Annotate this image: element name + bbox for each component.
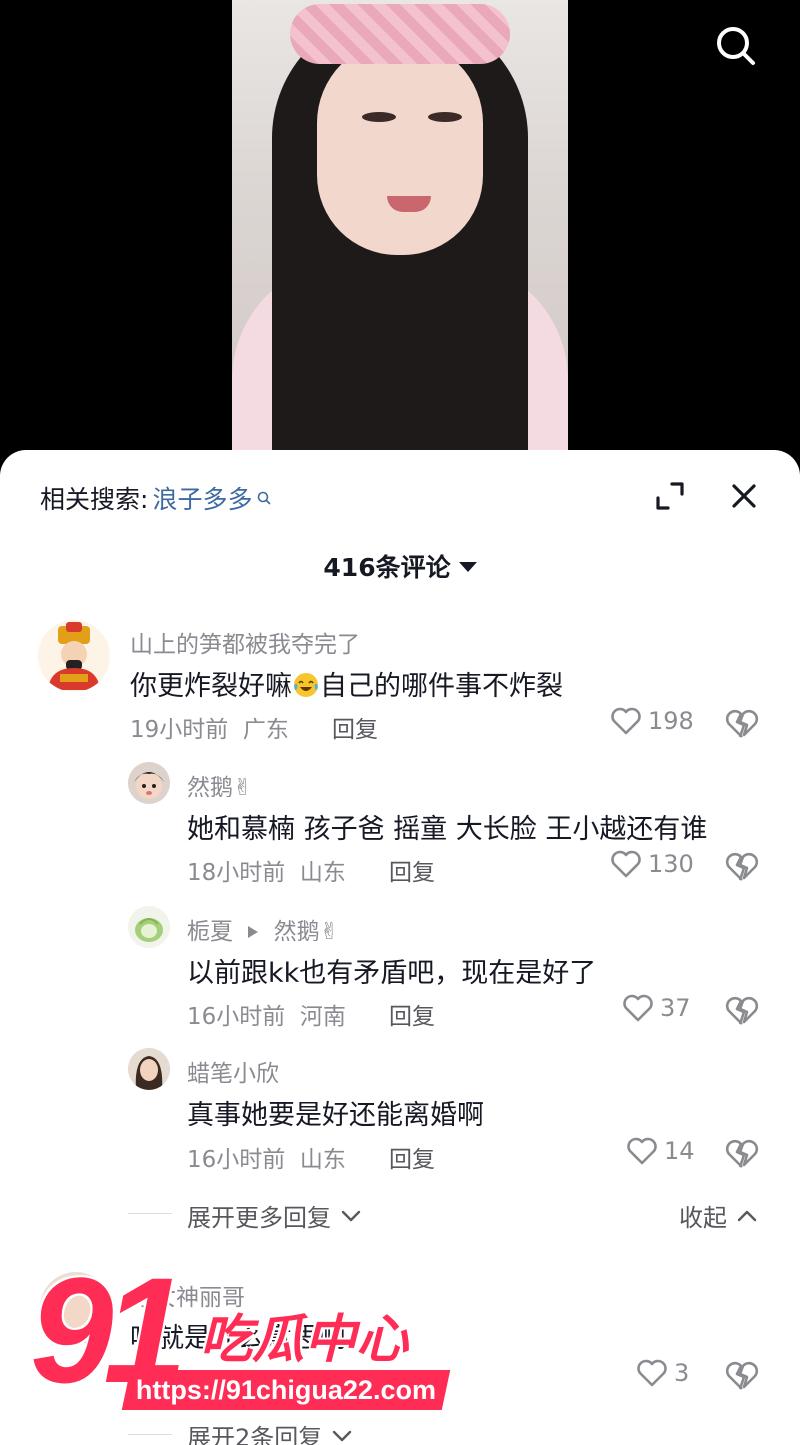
expand-more-replies[interactable]: 展开更多回复 — [187, 1198, 363, 1233]
reply-button[interactable]: 回复 — [389, 1140, 435, 1174]
divider-line — [128, 1434, 172, 1435]
caret-down-icon — [458, 562, 477, 572]
like-count: 3 — [674, 1359, 690, 1387]
dislike-button[interactable] — [724, 707, 760, 741]
video-figure-face — [317, 40, 483, 255]
fullscreen-button[interactable] — [652, 478, 688, 514]
chevron-up-icon — [737, 1210, 757, 1221]
woman-avatar-icon — [40, 1272, 112, 1344]
dislike-button[interactable] — [724, 1359, 760, 1393]
close-button[interactable] — [726, 478, 762, 514]
comment-text: 你更炸裂好嘛 自己的哪件事不炸裂 — [130, 664, 563, 703]
reply-button[interactable]: 回复 — [332, 710, 378, 744]
girl-avatar-icon — [128, 1048, 170, 1090]
broken-heart-icon — [725, 709, 759, 738]
laughing-tears-emoji-icon — [294, 673, 318, 697]
child-avatar-icon — [128, 762, 170, 804]
video-frame[interactable] — [232, 0, 568, 470]
comment-time: 16小时前 — [187, 1147, 286, 1173]
comment-sheet: 相关搜索: 浪子多多 416条评论 山上的笋都被我夺完了 你更炸裂好嘛 自己的哪… — [0, 450, 800, 1445]
related-search[interactable]: 相关搜索: 浪子多多 — [40, 480, 272, 516]
chevron-down-icon — [333, 1430, 352, 1441]
related-search-label: 相关搜索: — [40, 485, 149, 514]
video-figure-eye — [362, 112, 396, 122]
expand-replies-label: 展开2条回复 — [187, 1424, 323, 1445]
avatar[interactable] — [40, 1272, 112, 1344]
avatar[interactable] — [38, 620, 110, 692]
comment-meta: 16小时前 河南 — [187, 997, 346, 1031]
play-arrow-icon — [248, 926, 259, 938]
dislike-button[interactable] — [724, 850, 760, 884]
comment-meta: 16小时前 山东 — [187, 1140, 346, 1174]
like-button[interactable]: 198 — [610, 706, 694, 736]
comment-text-part: 自己的哪件事不炸裂 — [320, 671, 563, 702]
like-button[interactable]: 3 — [636, 1358, 689, 1388]
search-button[interactable] — [712, 22, 760, 70]
comment-username[interactable]: 山上的笋都被我夺完了 — [130, 625, 360, 659]
avatar[interactable] — [128, 906, 170, 948]
heart-icon — [627, 1137, 657, 1165]
reply-username[interactable]: 蜡笔小欣 — [187, 1054, 279, 1088]
heart-icon — [611, 850, 641, 878]
comment-text: 哈就是什么意思啊， — [130, 1323, 373, 1354]
expand-icon — [656, 482, 684, 510]
reply-button[interactable]: 回复 — [389, 853, 435, 887]
like-count: 14 — [664, 1137, 695, 1165]
cabbage-avatar-icon — [128, 906, 170, 948]
broken-heart-icon — [725, 1361, 759, 1390]
comment-username[interactable]: 万女神丽哥 — [130, 1278, 245, 1312]
chevron-down-icon — [341, 1210, 361, 1221]
dislike-button[interactable] — [724, 994, 760, 1028]
broken-heart-icon — [725, 1139, 759, 1168]
comment-location: 广东 — [242, 717, 289, 743]
like-button[interactable]: 37 — [622, 993, 691, 1023]
video-area[interactable] — [0, 0, 800, 470]
video-figure-headband — [290, 4, 510, 64]
comment-time: 18小时前 — [187, 860, 286, 886]
reply-button[interactable]: 回复 — [389, 997, 435, 1031]
broken-heart-icon — [725, 996, 759, 1025]
caishen-avatar-icon — [38, 620, 110, 692]
related-search-keyword[interactable]: 浪子多多 — [152, 480, 252, 516]
like-count: 130 — [648, 850, 694, 878]
video-figure-eye — [428, 112, 462, 122]
divider-line — [128, 1213, 172, 1214]
broken-heart-icon — [725, 852, 759, 881]
like-button[interactable]: 130 — [610, 849, 694, 879]
reply-text: 真事她要是好还能离婚啊 — [187, 1100, 484, 1131]
comment-time: 16小时前 — [187, 1004, 286, 1030]
close-icon — [732, 484, 756, 508]
like-count: 37 — [660, 994, 691, 1022]
comment-location: 山东 — [299, 1147, 346, 1173]
expand-more-label: 展开更多回复 — [187, 1204, 331, 1232]
collapse-label: 收起 — [679, 1204, 727, 1232]
like-count: 198 — [648, 707, 694, 735]
comment-meta: 19小时前 广东 — [130, 710, 289, 744]
search-icon — [717, 27, 755, 65]
comment-count: 416条评论 — [323, 553, 451, 582]
comment-text-part: 你更炸裂好嘛 — [130, 671, 292, 702]
like-button[interactable]: 14 — [626, 1136, 695, 1166]
reply-username: 栀夏 然鹅✌ — [187, 912, 339, 946]
comment-location: 河南 — [299, 1004, 346, 1030]
reply-target[interactable]: 然鹅✌ — [274, 919, 339, 945]
avatar[interactable] — [128, 762, 170, 804]
heart-icon — [637, 1359, 667, 1387]
heart-icon — [611, 707, 641, 735]
expand-replies[interactable]: 展开2条回复 — [187, 1418, 354, 1445]
comment-time: 19小时前 — [130, 717, 229, 743]
avatar[interactable] — [128, 1048, 170, 1090]
heart-icon — [623, 994, 653, 1022]
dislike-button[interactable] — [724, 1137, 760, 1171]
comment-meta: 18小时前 山东 — [187, 853, 346, 887]
reply-text: 她和慕楠 孩子爸 摇童 大长脸 王小越还有谁 — [187, 814, 708, 845]
reply-username[interactable]: 然鹅✌ — [187, 768, 252, 802]
search-icon — [258, 491, 271, 505]
collapse-replies[interactable]: 收起 — [679, 1198, 759, 1233]
comment-location: 山东 — [299, 860, 346, 886]
reply-author[interactable]: 栀夏 — [187, 919, 233, 945]
reply-text: 以前跟kk也有矛盾吧，现在是好了 — [187, 958, 597, 989]
comment-count-sort[interactable]: 416条评论 — [0, 548, 800, 584]
